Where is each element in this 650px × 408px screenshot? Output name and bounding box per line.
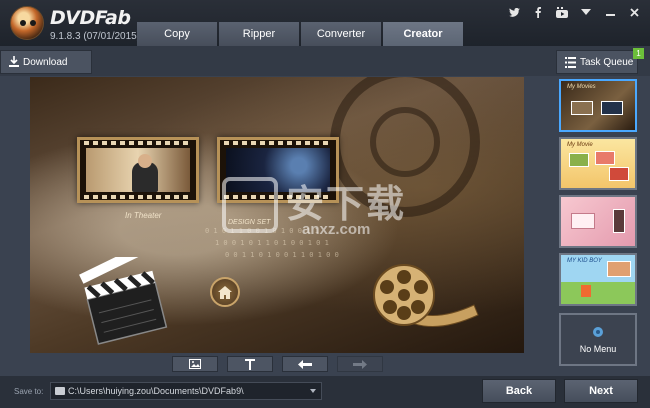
- film-perforation: [84, 195, 192, 199]
- tab-creator[interactable]: Creator: [383, 22, 463, 46]
- template-preview-image: [569, 153, 589, 167]
- watermark-url: anxz.com: [302, 221, 371, 238]
- next-button[interactable]: Next: [564, 379, 638, 403]
- list-icon: [565, 57, 576, 68]
- task-queue-count-badge: 1: [633, 48, 644, 59]
- minimize-icon[interactable]: [604, 6, 616, 18]
- template-preview-image: [581, 285, 591, 297]
- action-toolbar: Download: [0, 46, 650, 76]
- menu-video-frame-1[interactable]: [77, 137, 199, 203]
- app-version: 9.1.8.3 (07/01/2015): [50, 31, 141, 42]
- template-title: MY KID BOY: [567, 258, 602, 264]
- chevron-down-icon[interactable]: [310, 389, 316, 393]
- tab-copy[interactable]: Copy: [137, 22, 217, 46]
- tab-converter[interactable]: Converter: [301, 22, 381, 46]
- close-icon[interactable]: [628, 6, 640, 18]
- film-reel-icon: [373, 264, 479, 327]
- menu-template-party[interactable]: My Movie: [559, 137, 637, 190]
- template-title: My Movie: [567, 142, 593, 148]
- download-button[interactable]: Download: [0, 50, 92, 74]
- template-preview-image: [571, 213, 595, 229]
- film-perforation: [224, 141, 332, 145]
- template-preview-image: [607, 261, 631, 277]
- arrow-right-icon: [353, 359, 367, 369]
- save-path-field[interactable]: C:\Users\huiying.zou\Documents\DVDFab9\: [50, 382, 322, 400]
- clapperboard-icon: [79, 257, 168, 345]
- dvdfab-logo-icon: [10, 6, 44, 40]
- background-image-button[interactable]: [172, 356, 218, 372]
- template-preview-image: [595, 151, 615, 165]
- title-bar: DVDFab 9.1.8.3 (07/01/2015) Copy Ripper …: [0, 0, 650, 46]
- dropdown-icon[interactable]: [580, 6, 592, 18]
- template-preview-image: [571, 101, 593, 115]
- youtube-icon[interactable]: [556, 6, 568, 18]
- no-menu-icon: [593, 326, 603, 337]
- watermark-text: 安下载: [286, 184, 407, 226]
- template-preview-image: [601, 101, 623, 115]
- arrow-left-icon: [298, 359, 312, 369]
- back-button[interactable]: Back: [482, 379, 556, 403]
- video-thumbnail-1: [86, 148, 190, 192]
- decorative-texture: 1 0 0 1 0 1 1 0 1 0 0 1 0 1: [215, 239, 329, 247]
- template-preview-image: [609, 167, 629, 181]
- logo-eye-left: [20, 20, 26, 26]
- download-icon: [9, 56, 19, 67]
- image-icon: [189, 359, 201, 369]
- task-queue-button[interactable]: Task Queue: [556, 50, 638, 74]
- decorative-texture: 0 0 1 1 0 1 0 0 1 1 0 1 0 0: [225, 251, 339, 259]
- template-preview-image: [613, 209, 625, 233]
- next-page-button: [337, 356, 383, 372]
- watermark-small-text: DESIGN SET: [228, 219, 271, 226]
- no-menu-option[interactable]: No Menu: [559, 313, 637, 366]
- menu-home-button[interactable]: [210, 277, 240, 307]
- task-queue-label: Task Queue: [580, 56, 634, 68]
- template-title: My Movies: [567, 84, 596, 90]
- folder-icon: [55, 387, 65, 395]
- save-path-value: C:\Users\huiying.zou\Documents\DVDFab9\: [68, 386, 244, 396]
- save-to-label: Save to:: [14, 387, 44, 396]
- person-head: [138, 154, 152, 168]
- main-tabs: Copy Ripper Converter Creator: [137, 22, 463, 46]
- window-controls: [508, 6, 640, 18]
- film-reel-hub-icon: [370, 107, 440, 177]
- previous-page-button[interactable]: [282, 356, 328, 372]
- menu-template-film-reel[interactable]: My Movies: [559, 79, 637, 132]
- facebook-icon[interactable]: [532, 6, 544, 18]
- menu-preview-canvas[interactable]: 0 1 0 1 1 0 0 1 0 1 0 0 1 1 1 0 0 1 0 1 …: [30, 77, 524, 353]
- twitter-icon[interactable]: [508, 6, 520, 18]
- download-label: Download: [23, 56, 68, 68]
- home-icon: [218, 285, 232, 299]
- text-icon: [245, 358, 255, 370]
- film-perforation: [84, 141, 192, 145]
- footer-bar: Save to: C:\Users\huiying.zou\Documents\…: [0, 376, 650, 408]
- app-brand: DVDFab: [50, 7, 131, 29]
- no-menu-label: No Menu: [579, 343, 617, 354]
- menu-template-kids[interactable]: MY KID BOY: [559, 253, 637, 306]
- logo-eye-right: [30, 20, 36, 26]
- frame-1-caption: In Theater: [125, 211, 162, 220]
- text-button[interactable]: [227, 356, 273, 372]
- tab-ripper[interactable]: Ripper: [219, 22, 299, 46]
- menu-template-pink[interactable]: [559, 195, 637, 248]
